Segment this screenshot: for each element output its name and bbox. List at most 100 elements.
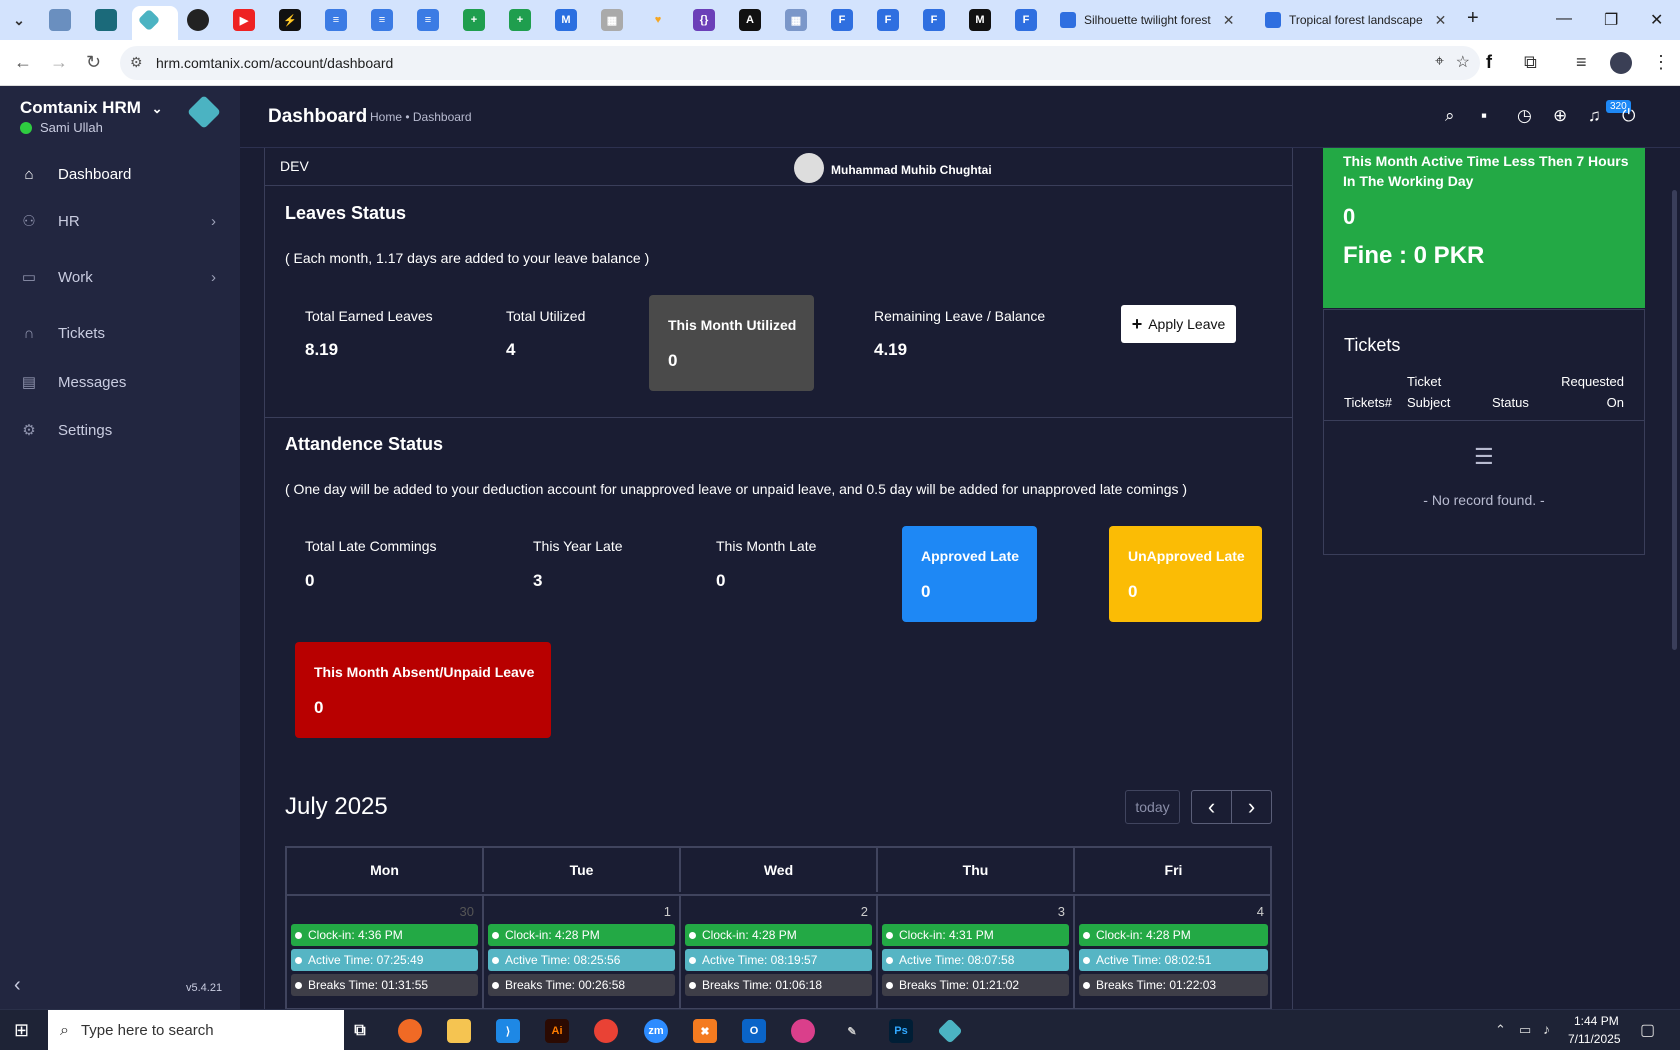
- sheets-icon[interactable]: +: [509, 9, 531, 31]
- tab-favicon[interactable]: ▦: [785, 9, 807, 31]
- brand-name[interactable]: Comtanix HRM ⌄: [20, 98, 163, 118]
- forward-arrow-icon[interactable]: →: [50, 52, 68, 73]
- folder-icon[interactable]: [447, 1019, 471, 1043]
- sidebar-item-messages[interactable]: ▤ Messages: [20, 367, 220, 397]
- docs-icon[interactable]: ≡: [371, 9, 393, 31]
- new-tab-button[interactable]: +: [1467, 7, 1479, 30]
- tab-favicon[interactable]: ♥: [647, 9, 669, 31]
- notification-center-icon[interactable]: ▢: [1640, 1020, 1655, 1040]
- sidebar-item-hr[interactable]: ⚇ HR ›: [20, 206, 230, 236]
- back-arrow-icon[interactable]: ←: [14, 52, 32, 73]
- breaks-time-event[interactable]: Breaks Time: 00:26:58: [488, 974, 675, 996]
- close-icon[interactable]: ✕: [1435, 12, 1447, 29]
- outlook-icon[interactable]: O: [742, 1019, 766, 1043]
- calendar-day-cell[interactable]: 3 Clock-in: 4:31 PM Active Time: 08:07:5…: [878, 894, 1075, 1008]
- breaks-time-event[interactable]: Breaks Time: 01:31:55: [291, 974, 478, 996]
- active-time-event[interactable]: Active Time: 07:25:49: [291, 949, 478, 971]
- reload-icon[interactable]: ↻: [86, 52, 101, 73]
- calendar-day-cell[interactable]: 2 Clock-in: 4:28 PM Active Time: 08:19:5…: [681, 894, 878, 1008]
- search-icon[interactable]: ⌕: [1445, 106, 1455, 126]
- clock-icon[interactable]: ◷: [1517, 106, 1532, 126]
- minimize-icon[interactable]: —: [1556, 10, 1572, 28]
- network-icon[interactable]: ▭: [1519, 1022, 1531, 1038]
- xampp-icon[interactable]: ✖: [693, 1019, 717, 1043]
- restore-icon[interactable]: ❐: [1604, 10, 1618, 30]
- avatar[interactable]: [1610, 52, 1632, 74]
- tab-favicon[interactable]: [49, 9, 71, 31]
- prev-month-button[interactable]: ‹: [1192, 791, 1232, 823]
- sidebar-item-dashboard[interactable]: ⌂ Dashboard: [20, 159, 220, 189]
- breadcrumb[interactable]: Home • Dashboard: [370, 110, 472, 124]
- star-icon[interactable]: ☆: [1456, 52, 1470, 72]
- omnibox[interactable]: ⚙ hrm.comtanix.com/account/dashboard ⌖ ☆: [120, 46, 1480, 80]
- today-button[interactable]: today: [1125, 790, 1180, 824]
- calendar-day-cell[interactable]: 1 Clock-in: 4:28 PM Active Time: 08:25:5…: [484, 894, 681, 1008]
- tab-tropical[interactable]: Tropical forest landscape ✕: [1265, 6, 1455, 34]
- vscode-icon[interactable]: ⟩: [496, 1019, 520, 1043]
- clock-in-event[interactable]: Clock-in: 4:28 PM: [1079, 924, 1268, 946]
- calendar-day-cell[interactable]: 4 Clock-in: 4:28 PM Active Time: 08:02:5…: [1075, 894, 1270, 1008]
- tab-favicon[interactable]: [187, 9, 209, 31]
- sheets-icon[interactable]: +: [463, 9, 485, 31]
- breaks-time-event[interactable]: Breaks Time: 01:06:18: [685, 974, 872, 996]
- zoom-icon[interactable]: zm: [644, 1019, 668, 1043]
- close-icon[interactable]: ✕: [1223, 12, 1235, 29]
- tab-favicon[interactable]: F: [923, 9, 945, 31]
- tab-favicon[interactable]: ▦: [601, 9, 623, 31]
- location-icon[interactable]: ⌖: [1435, 53, 1444, 71]
- chevron-up-icon[interactable]: ⌃: [1495, 1022, 1506, 1038]
- scrollbar[interactable]: [1672, 190, 1677, 650]
- comtanix-app-icon[interactable]: [937, 1018, 963, 1044]
- windows-start-icon[interactable]: ⊞: [14, 1020, 29, 1041]
- next-month-button[interactable]: ›: [1232, 791, 1271, 823]
- tab-silhouette[interactable]: Silhouette twilight forest ✕: [1060, 6, 1250, 34]
- active-time-event[interactable]: Active Time: 08:07:58: [882, 949, 1069, 971]
- tab-favicon[interactable]: F: [877, 9, 899, 31]
- illustrator-icon[interactable]: Ai: [545, 1019, 569, 1043]
- close-window-icon[interactable]: ✕: [1650, 10, 1663, 30]
- tab-favicon[interactable]: ⚡: [279, 9, 301, 31]
- breaks-time-event[interactable]: Breaks Time: 01:22:03: [1079, 974, 1268, 996]
- taskbar-search-input[interactable]: ⌕ Type here to search: [48, 1010, 344, 1050]
- creative-cloud-icon[interactable]: [791, 1019, 815, 1043]
- sidebar-item-tickets[interactable]: ∩ Tickets: [20, 318, 220, 348]
- calendar-day-cell[interactable]: 30 Clock-in: 4:36 PM Active Time: 07:25:…: [287, 894, 484, 1008]
- tab-favicon[interactable]: [95, 9, 117, 31]
- collapse-sidebar-icon[interactable]: ‹: [14, 974, 21, 997]
- volume-icon[interactable]: ♪: [1543, 1021, 1550, 1037]
- docs-icon[interactable]: ≡: [417, 9, 439, 31]
- bell-icon[interactable]: ♫: [1588, 106, 1601, 126]
- pen-tool-icon[interactable]: ✎: [840, 1019, 864, 1043]
- clock-in-event[interactable]: Clock-in: 4:28 PM: [488, 924, 675, 946]
- firefox-icon[interactable]: [398, 1019, 422, 1043]
- url-text[interactable]: hrm.comtanix.com/account/dashboard: [156, 55, 393, 71]
- active-time-event[interactable]: Active Time: 08:19:57: [685, 949, 872, 971]
- chevron-down-icon[interactable]: ⌄: [152, 101, 163, 116]
- add-icon[interactable]: ⊕: [1553, 106, 1567, 126]
- tab-search-chevron-icon[interactable]: ⌄: [8, 9, 30, 31]
- task-view-icon[interactable]: ⧉: [348, 1019, 372, 1043]
- docs-icon[interactable]: ≡: [325, 9, 347, 31]
- notes-icon[interactable]: ▪: [1481, 106, 1487, 126]
- active-time-event[interactable]: Active Time: 08:02:51: [1079, 949, 1268, 971]
- power-icon[interactable]: ⏻: [1622, 106, 1635, 126]
- site-info-icon[interactable]: ⚙: [130, 54, 143, 71]
- clock-date[interactable]: 7/11/2025: [1568, 1032, 1621, 1046]
- sidebar-item-settings[interactable]: ⚙ Settings: [20, 415, 220, 445]
- apply-leave-button[interactable]: + Apply Leave: [1121, 305, 1236, 343]
- tab-favicon[interactable]: A: [739, 9, 761, 31]
- photoshop-icon[interactable]: Ps: [889, 1019, 913, 1043]
- extension-icon[interactable]: f: [1486, 52, 1492, 73]
- tab-favicon[interactable]: M: [555, 9, 577, 31]
- tab-favicon[interactable]: F: [1015, 9, 1037, 31]
- menu-dots-icon[interactable]: ⋮: [1652, 52, 1670, 73]
- youtube-icon[interactable]: ▶: [233, 9, 255, 31]
- clock-in-event[interactable]: Clock-in: 4:28 PM: [685, 924, 872, 946]
- active-time-event[interactable]: Active Time: 08:25:56: [488, 949, 675, 971]
- tab-favicon[interactable]: F: [831, 9, 853, 31]
- sidebar-item-work[interactable]: ▭ Work ›: [20, 262, 230, 292]
- clock-in-event[interactable]: Clock-in: 4:31 PM: [882, 924, 1069, 946]
- breaks-time-event[interactable]: Breaks Time: 01:21:02: [882, 974, 1069, 996]
- clock-time[interactable]: 1:44 PM: [1574, 1014, 1619, 1028]
- tab-favicon[interactable]: M: [969, 9, 991, 31]
